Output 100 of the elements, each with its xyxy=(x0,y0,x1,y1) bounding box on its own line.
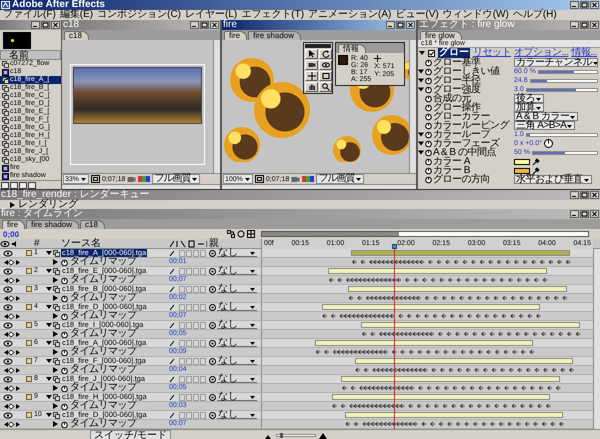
parent-dropdown[interactable]: なし xyxy=(217,321,257,329)
quality-dropdown[interactable]: フル画質 xyxy=(152,174,200,184)
tool-button[interactable] xyxy=(305,60,318,70)
camera-icon[interactable] xyxy=(127,175,136,183)
quality-dropdown[interactable]: フル画質 xyxy=(316,174,364,184)
expanded-triangle-icon[interactable] xyxy=(46,268,52,274)
maximize-icon[interactable] xyxy=(396,21,405,29)
keyframe-navigator-icon[interactable] xyxy=(3,348,21,356)
spiral-icon[interactable] xyxy=(209,340,216,346)
stopwatch-icon[interactable] xyxy=(61,384,68,392)
label-swatch-icon[interactable] xyxy=(26,376,32,382)
close-icon[interactable] xyxy=(210,21,219,29)
parent-dropdown[interactable]: なし xyxy=(217,411,257,419)
minimize-icon[interactable] xyxy=(386,21,395,29)
stopwatch-icon[interactable] xyxy=(425,94,432,102)
camera-icon[interactable] xyxy=(291,175,300,183)
stopwatch-icon[interactable] xyxy=(61,276,68,284)
stopwatch-icon[interactable] xyxy=(61,258,68,266)
flowchart-icon[interactable] xyxy=(227,230,235,238)
minimize-icon[interactable] xyxy=(190,21,199,29)
close-icon[interactable] xyxy=(590,21,599,29)
minimize-icon[interactable] xyxy=(570,191,579,199)
collapsed-triangle-icon[interactable] xyxy=(53,385,59,391)
collapsed-triangle-icon[interactable] xyxy=(53,259,59,265)
eye-icon[interactable] xyxy=(3,340,13,346)
menu-item[interactable]: ヘルプ(H) xyxy=(510,10,559,20)
expanded-triangle-icon[interactable] xyxy=(46,322,52,328)
expanded-triangle-icon[interactable] xyxy=(46,340,52,346)
spiral-icon[interactable] xyxy=(209,394,216,400)
parent-dropdown[interactable]: なし xyxy=(217,375,257,383)
menu-item[interactable]: エフェクト(T) xyxy=(239,10,306,20)
stopwatch-icon[interactable] xyxy=(61,330,68,338)
spiral-icon[interactable] xyxy=(209,358,216,364)
playhead[interactable] xyxy=(392,244,398,249)
spiral-icon[interactable] xyxy=(209,322,216,328)
switches-modes-button[interactable]: スイッチ/モード xyxy=(90,430,171,439)
parent-dropdown[interactable]: なし xyxy=(217,339,257,347)
maximize-icon[interactable] xyxy=(200,21,209,29)
tool-button[interactable] xyxy=(305,82,318,92)
column-header[interactable]: 名前 xyxy=(0,50,61,60)
parent-dropdown[interactable]: なし xyxy=(217,357,257,365)
parent-dropdown[interactable]: なし xyxy=(217,303,257,311)
label-swatch-icon[interactable] xyxy=(26,412,32,418)
keyframe-navigator-icon[interactable] xyxy=(3,294,21,302)
collapsed-triangle-icon[interactable] xyxy=(53,367,59,373)
menu-item[interactable]: コンポジション(C) xyxy=(95,10,184,20)
maximize-icon[interactable] xyxy=(41,21,50,29)
menu-item[interactable]: レイヤー(L) xyxy=(183,10,240,20)
scrollbar[interactable] xyxy=(213,40,220,173)
tab[interactable]: c18 xyxy=(80,220,105,229)
label-swatch-icon[interactable] xyxy=(26,358,32,364)
color-channels-icon[interactable] xyxy=(138,175,150,183)
label-swatch-icon[interactable] xyxy=(26,340,32,346)
tab[interactable]: c18 xyxy=(64,31,89,40)
stopwatch-icon[interactable] xyxy=(425,176,432,184)
dropdown[interactable]: A & B カラー xyxy=(514,112,578,121)
stopwatch-icon[interactable] xyxy=(425,112,432,120)
eyedropper-icon[interactable] xyxy=(532,158,540,166)
expanded-triangle-icon[interactable] xyxy=(46,358,52,364)
column-header[interactable]: 親 xyxy=(209,239,261,249)
label-swatch-icon[interactable] xyxy=(26,304,32,310)
link[interactable]: 情報... xyxy=(571,48,598,58)
dial-icon[interactable] xyxy=(544,139,553,148)
dropdown[interactable]: 加算 xyxy=(514,103,544,112)
collapsed-triangle-icon[interactable] xyxy=(53,313,59,319)
safe-margins-icon[interactable] xyxy=(254,175,264,183)
stopwatch-icon[interactable] xyxy=(425,58,432,66)
stopwatch-icon[interactable] xyxy=(425,140,432,148)
close-icon[interactable] xyxy=(590,1,599,9)
tool-button[interactable] xyxy=(319,71,332,81)
spiral-icon[interactable] xyxy=(209,286,216,292)
spiral-icon[interactable] xyxy=(209,250,216,256)
tool-button[interactable] xyxy=(305,71,318,81)
label-swatch-icon[interactable] xyxy=(26,394,32,400)
tab[interactable]: fire xyxy=(224,31,248,40)
link[interactable]: オプション... xyxy=(514,48,568,58)
scrollbar[interactable] xyxy=(222,184,416,189)
safe-margins-icon[interactable] xyxy=(91,175,100,183)
close-icon[interactable] xyxy=(590,191,599,199)
spiral-icon[interactable] xyxy=(209,376,216,382)
keyframe-navigator-icon[interactable] xyxy=(3,276,21,284)
close-icon[interactable] xyxy=(51,21,60,29)
menu-item[interactable]: 編集(E) xyxy=(58,10,96,20)
stopwatch-icon[interactable] xyxy=(61,348,68,356)
grid-icon[interactable] xyxy=(247,230,255,238)
collapsed-triangle-icon[interactable] xyxy=(53,421,59,427)
keyframe-navigator-icon[interactable] xyxy=(3,384,21,392)
slider-track[interactable] xyxy=(538,70,598,74)
collapsed-triangle-icon[interactable] xyxy=(53,403,59,409)
eye-icon[interactable] xyxy=(3,358,13,364)
minimize-icon[interactable] xyxy=(570,21,579,29)
collapsed-triangle-icon[interactable] xyxy=(53,295,59,301)
collapsed-triangle-icon[interactable] xyxy=(53,331,59,337)
parent-dropdown[interactable]: なし xyxy=(217,267,257,275)
expanded-triangle-icon[interactable] xyxy=(46,376,52,382)
stopwatch-icon[interactable] xyxy=(425,148,432,156)
maximize-icon[interactable] xyxy=(580,210,589,218)
column-header[interactable]: # xyxy=(34,239,46,249)
stopwatch-icon[interactable] xyxy=(425,158,432,166)
stopwatch-icon[interactable] xyxy=(425,122,432,130)
